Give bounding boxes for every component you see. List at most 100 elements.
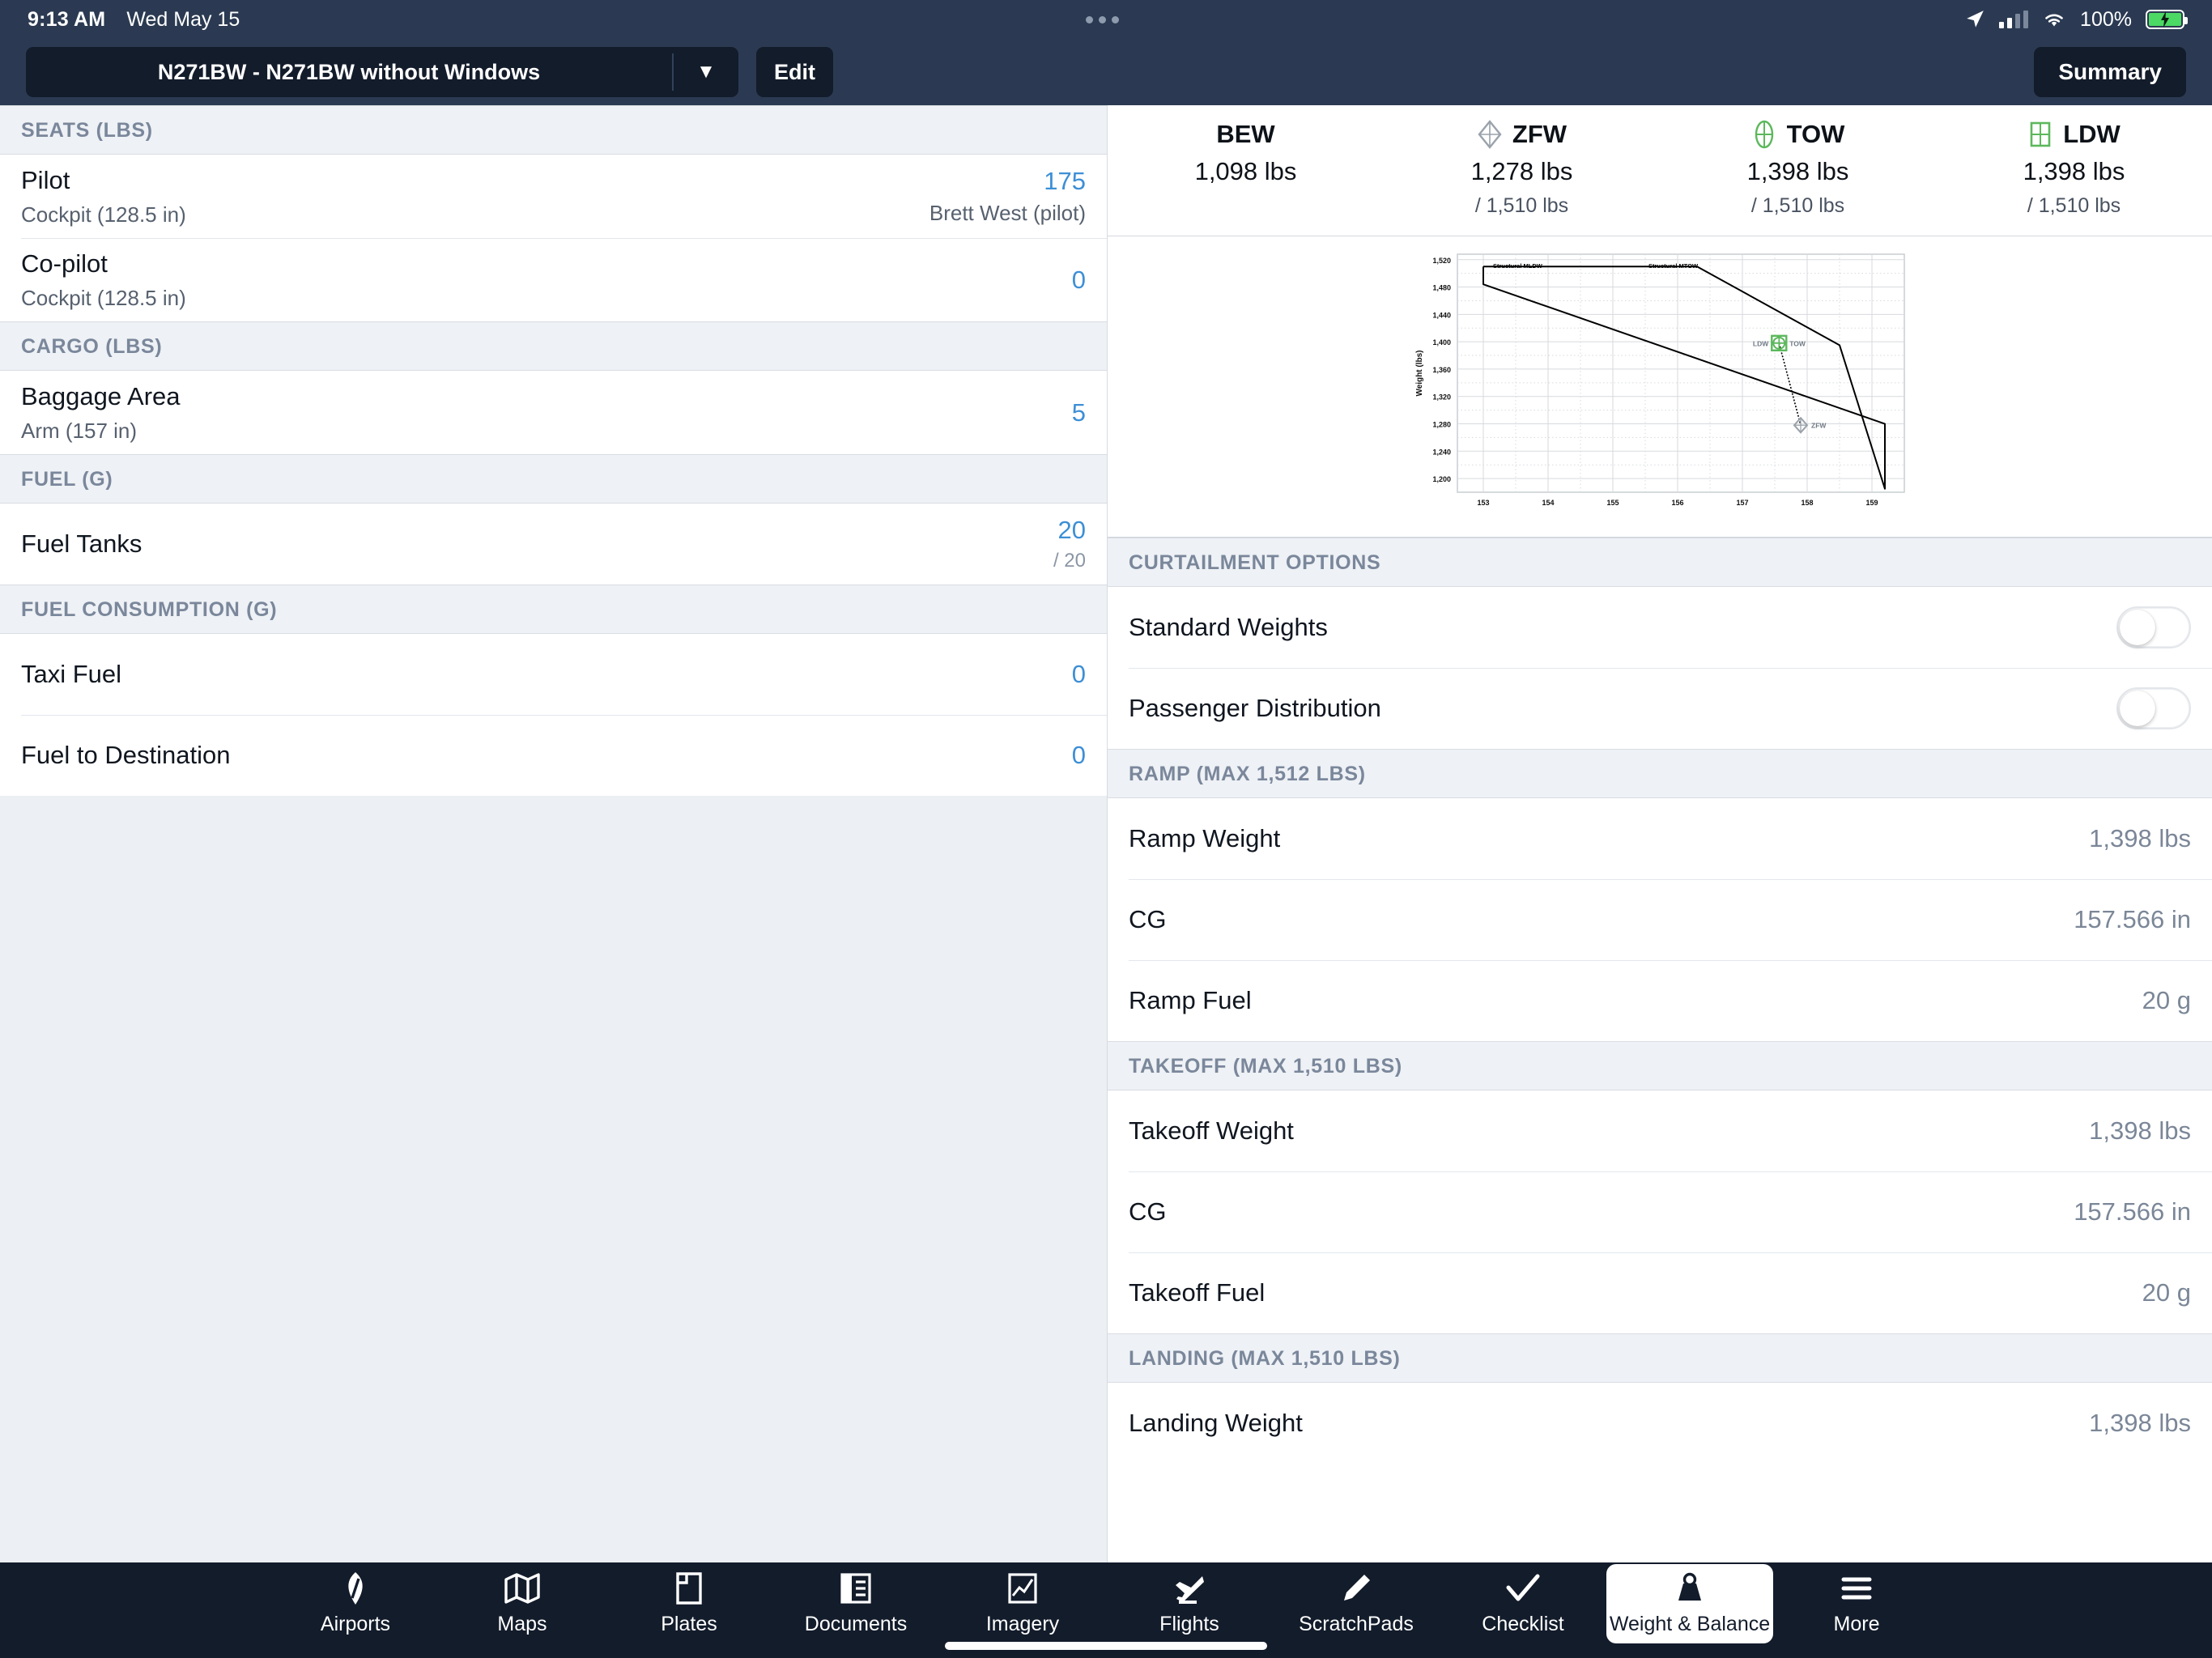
row-takeoff-fuel-value: 20 g: [2142, 1278, 2191, 1307]
tab-plates[interactable]: Plates: [606, 1564, 772, 1643]
row-dest-value[interactable]: 0: [1072, 741, 1086, 770]
home-indicator[interactable]: [945, 1642, 1267, 1650]
weight-col-tow: TOW 1,398 lbs / 1,510 lbs: [1660, 120, 1936, 218]
svg-text:155: 155: [1606, 499, 1619, 507]
tab-weight-balance-label: Weight & Balance: [1609, 1613, 1771, 1635]
toggle-knob: [2120, 691, 2155, 726]
tab-scratchpads[interactable]: ScratchPads: [1273, 1564, 1440, 1643]
row-baggage-right: 5: [1072, 398, 1086, 427]
row-pilot-weight[interactable]: 175: [1044, 167, 1086, 196]
row-landing-weight-label: Landing Weight: [1129, 1409, 1303, 1437]
row-landing-weight-value: 1,398 lbs: [2089, 1409, 2191, 1437]
tab-flights[interactable]: Flights: [1106, 1564, 1273, 1643]
cg-envelope-chart[interactable]: 1,200 1,240 1,280 1,320 1,360 1,400 1,440 1,480…: [1108, 236, 2212, 538]
weight-col-ldw-label: LDW: [2063, 120, 2121, 148]
row-ramp-cg-value: 157.566 in: [2074, 905, 2191, 933]
svg-text:1,520: 1,520: [1432, 257, 1451, 265]
content-area: SEATS (LBS) Pilot Cockpit (128.5 in) 175…: [0, 105, 2212, 1562]
weight-summary-strip: BEW 1,098 lbs ZFW 1,278 lbs / 1,510 lbs …: [1108, 105, 2212, 236]
row-pilot-station: Cockpit (128.5 in): [21, 202, 186, 227]
weight-col-bew-label: BEW: [1216, 120, 1275, 148]
standard-weights-toggle[interactable]: [2116, 606, 2191, 648]
location-arrow-icon: [1964, 9, 1985, 30]
map-icon: [504, 1571, 540, 1605]
svg-text:1,280: 1,280: [1432, 421, 1451, 429]
row-fuel-tanks[interactable]: Fuel Tanks 20 / 20: [0, 504, 1107, 585]
section-header-takeoff: TAKEOFF (MAX 1,510 LBS): [1108, 1041, 2212, 1090]
svg-text:1,320: 1,320: [1432, 393, 1451, 402]
imagery-chart-icon: [1007, 1571, 1038, 1605]
summary-button[interactable]: Summary: [2034, 47, 2186, 97]
weight-col-zfw-value: 1,278 lbs: [1470, 157, 1573, 185]
weight-col-tow-head: TOW: [1751, 120, 1844, 149]
battery-charging-icon: [2146, 10, 2188, 29]
weight-col-tow-value: 1,398 lbs: [1746, 157, 1849, 185]
row-ramp-cg: CG 157.566 in: [1108, 879, 2212, 960]
row-baggage-area[interactable]: Baggage Area Arm (157 in) 5: [0, 371, 1107, 454]
aircraft-selector[interactable]: N271BW - N271BW without Windows ▼: [26, 47, 738, 97]
wifi-icon: [2042, 10, 2066, 29]
tab-flights-label: Flights: [1159, 1613, 1219, 1635]
battery-percent: 100%: [2080, 7, 2132, 31]
tab-airports[interactable]: Airports: [272, 1564, 439, 1643]
tab-maps[interactable]: Maps: [439, 1564, 606, 1643]
tab-list: Airports Maps Plates Documents Imagery F…: [272, 1564, 1940, 1643]
svg-text:1,480: 1,480: [1432, 284, 1451, 292]
checkmark-icon: [1506, 1571, 1540, 1605]
row-fuel-value[interactable]: 20: [1058, 516, 1086, 545]
row-taxi-right: 0: [1072, 660, 1086, 689]
plane-landing-icon: [1172, 1571, 1207, 1605]
row-takeoff-cg-label: CG: [1129, 1197, 1167, 1226]
row-copilot[interactable]: Co-pilot Cockpit (128.5 in) 0: [0, 238, 1107, 321]
weight-col-tow-max: / 1,510 lbs: [1750, 194, 1845, 217]
status-bar-right: 100%: [1964, 7, 2188, 32]
svg-text:1,240: 1,240: [1432, 448, 1451, 456]
toggle-knob: [2120, 610, 2155, 645]
edit-button[interactable]: Edit: [756, 47, 833, 97]
tab-imagery-label: Imagery: [985, 1613, 1060, 1635]
tab-imagery[interactable]: Imagery: [939, 1564, 1106, 1643]
row-fuel-to-destination[interactable]: Fuel to Destination 0: [0, 715, 1107, 796]
weight-balance-app: 9:13 AM Wed May 15 100% N271BW - N271BW …: [0, 0, 2212, 1658]
section-header-fuel: FUEL (G): [0, 454, 1107, 504]
svg-text:Structural MLDW: Structural MLDW: [1493, 262, 1543, 270]
plate-icon: [675, 1571, 703, 1605]
multitasking-dots-icon[interactable]: [1085, 15, 1119, 23]
row-taxi-main: Taxi Fuel: [21, 660, 121, 689]
row-copilot-station: Cockpit (128.5 in): [21, 285, 186, 310]
row-fuel-main: Fuel Tanks: [21, 529, 142, 559]
pencil-icon: [1340, 1571, 1372, 1605]
weight-col-ldw-max: / 1,510 lbs: [2027, 194, 2121, 217]
tab-documents[interactable]: Documents: [772, 1564, 939, 1643]
weight-col-bew-head: BEW: [1216, 120, 1274, 149]
hamburger-icon: [1841, 1571, 1872, 1605]
svg-text:1,440: 1,440: [1432, 311, 1451, 319]
row-ramp-cg-label: CG: [1129, 905, 1167, 933]
svg-text:Structural MTOW: Structural MTOW: [1648, 262, 1699, 270]
row-ramp-fuel-label: Ramp Fuel: [1129, 986, 1252, 1014]
weight-col-zfw: ZFW 1,278 lbs / 1,510 lbs: [1384, 120, 1660, 218]
row-ramp-fuel: Ramp Fuel 20 g: [1108, 960, 2212, 1041]
row-takeoff-fuel: Takeoff Fuel 20 g: [1108, 1252, 2212, 1333]
row-taxi-value[interactable]: 0: [1072, 660, 1086, 689]
row-ramp-weight-label: Ramp Weight: [1129, 824, 1281, 852]
status-date: Wed May 15: [126, 7, 240, 31]
weight-col-ldw-value: 1,398 lbs: [2023, 157, 2125, 185]
section-header-landing: LANDING (MAX 1,510 LBS): [1108, 1333, 2212, 1383]
tab-weight-balance[interactable]: Weight & Balance: [1606, 1564, 1773, 1643]
tab-airports-label: Airports: [320, 1613, 391, 1635]
tab-checklist[interactable]: Checklist: [1440, 1564, 1606, 1643]
svg-text:LDW: LDW: [1753, 339, 1769, 347]
row-landing-weight: Landing Weight 1,398 lbs: [1108, 1383, 2212, 1464]
row-ramp-weight: Ramp Weight 1,398 lbs: [1108, 798, 2212, 879]
row-taxi-fuel[interactable]: Taxi Fuel 0: [0, 634, 1107, 715]
row-pilot[interactable]: Pilot Cockpit (128.5 in) 175 Brett West …: [0, 155, 1107, 238]
row-passenger-distribution[interactable]: Passenger Distribution: [1108, 668, 2212, 749]
passenger-distribution-toggle[interactable]: [2116, 687, 2191, 729]
tab-more[interactable]: More: [1773, 1564, 1940, 1643]
chevron-down-icon[interactable]: ▼: [674, 47, 738, 97]
row-baggage-weight[interactable]: 5: [1072, 398, 1086, 427]
airport-beacon-icon: [342, 1571, 369, 1605]
row-copilot-weight[interactable]: 0: [1072, 266, 1086, 295]
row-standard-weights[interactable]: Standard Weights: [1108, 587, 2212, 668]
